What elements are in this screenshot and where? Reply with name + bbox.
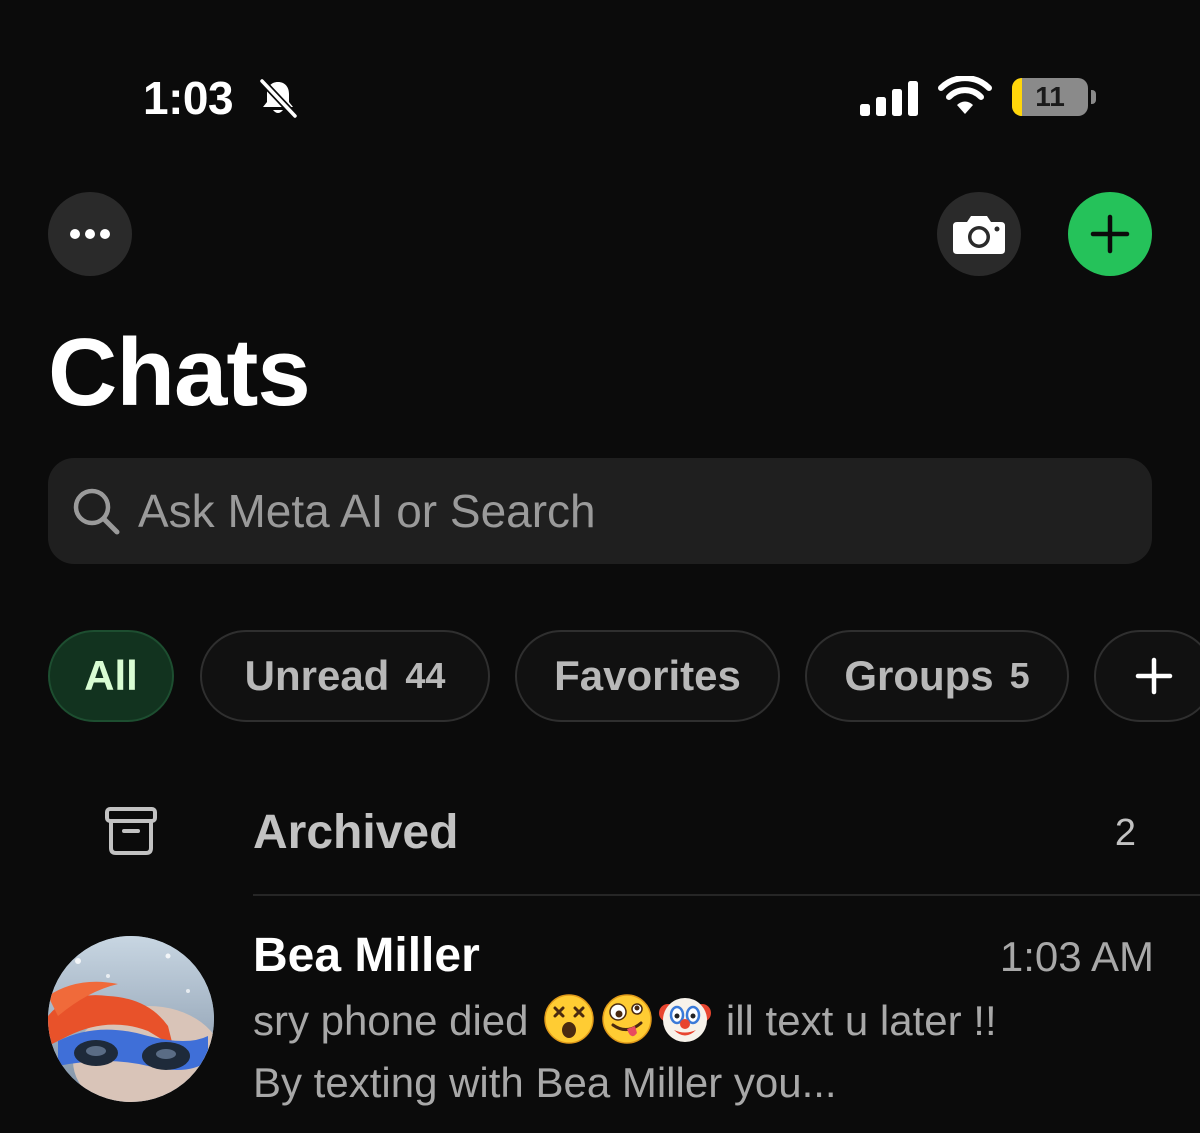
filter-chip-unread[interactable]: Unread 44 xyxy=(200,630,490,722)
camera-icon xyxy=(953,216,1005,254)
dizzy-face-emoji xyxy=(544,994,594,1044)
cellular-signal-icon xyxy=(860,81,918,116)
more-options-button[interactable] xyxy=(48,192,132,276)
archived-label: Archived xyxy=(253,806,459,859)
chat-preview-text: sry phone died xyxy=(253,997,529,1044)
clown-face-emoji xyxy=(659,998,712,1042)
search-icon xyxy=(73,488,120,535)
chat-list-item[interactable]: Bea Miller 1:03 AM sry phone died ill te… xyxy=(0,918,1200,1133)
wifi-icon xyxy=(938,76,992,114)
camera-button[interactable] xyxy=(937,192,1021,276)
filter-chip-label: Groups xyxy=(844,652,994,699)
filter-chip-count: 5 xyxy=(1009,655,1030,696)
plus-icon xyxy=(1135,657,1173,695)
avatar[interactable] xyxy=(48,936,214,1102)
battery-icon: 11 xyxy=(1012,78,1096,118)
filter-chip-groups[interactable]: Groups 5 xyxy=(805,630,1069,722)
battery-level: 11 xyxy=(1035,81,1065,112)
zany-face-emoji xyxy=(602,994,652,1044)
plus-icon xyxy=(1090,214,1130,254)
page-title: Chats xyxy=(48,319,311,426)
archived-row[interactable]: Archived 2 xyxy=(0,775,1200,893)
filter-chip-label: All xyxy=(84,652,138,699)
filter-chip-label: Favorites xyxy=(554,652,741,699)
search-input[interactable] xyxy=(138,458,1118,564)
filter-chip-all[interactable]: All xyxy=(48,630,174,722)
filter-chip-label: Unread xyxy=(244,652,390,699)
filter-chip-count: 44 xyxy=(405,655,446,696)
divider xyxy=(253,894,1200,896)
chat-preview: sry phone died ill text u later !! By te… xyxy=(253,990,1043,1114)
chat-name: Bea Miller xyxy=(253,929,480,982)
add-filter-button[interactable] xyxy=(1094,630,1200,722)
new-chat-button[interactable] xyxy=(1068,192,1152,276)
chat-time: 1:03 AM xyxy=(999,933,1154,980)
archive-icon xyxy=(105,807,157,855)
filter-chip-favorites[interactable]: Favorites xyxy=(515,630,780,722)
status-time: 1:03 xyxy=(143,72,234,124)
ellipsis-icon xyxy=(70,229,110,239)
bell-muted-icon xyxy=(258,77,299,120)
search-bar[interactable] xyxy=(48,458,1152,564)
archived-count: 2 xyxy=(1114,812,1136,854)
